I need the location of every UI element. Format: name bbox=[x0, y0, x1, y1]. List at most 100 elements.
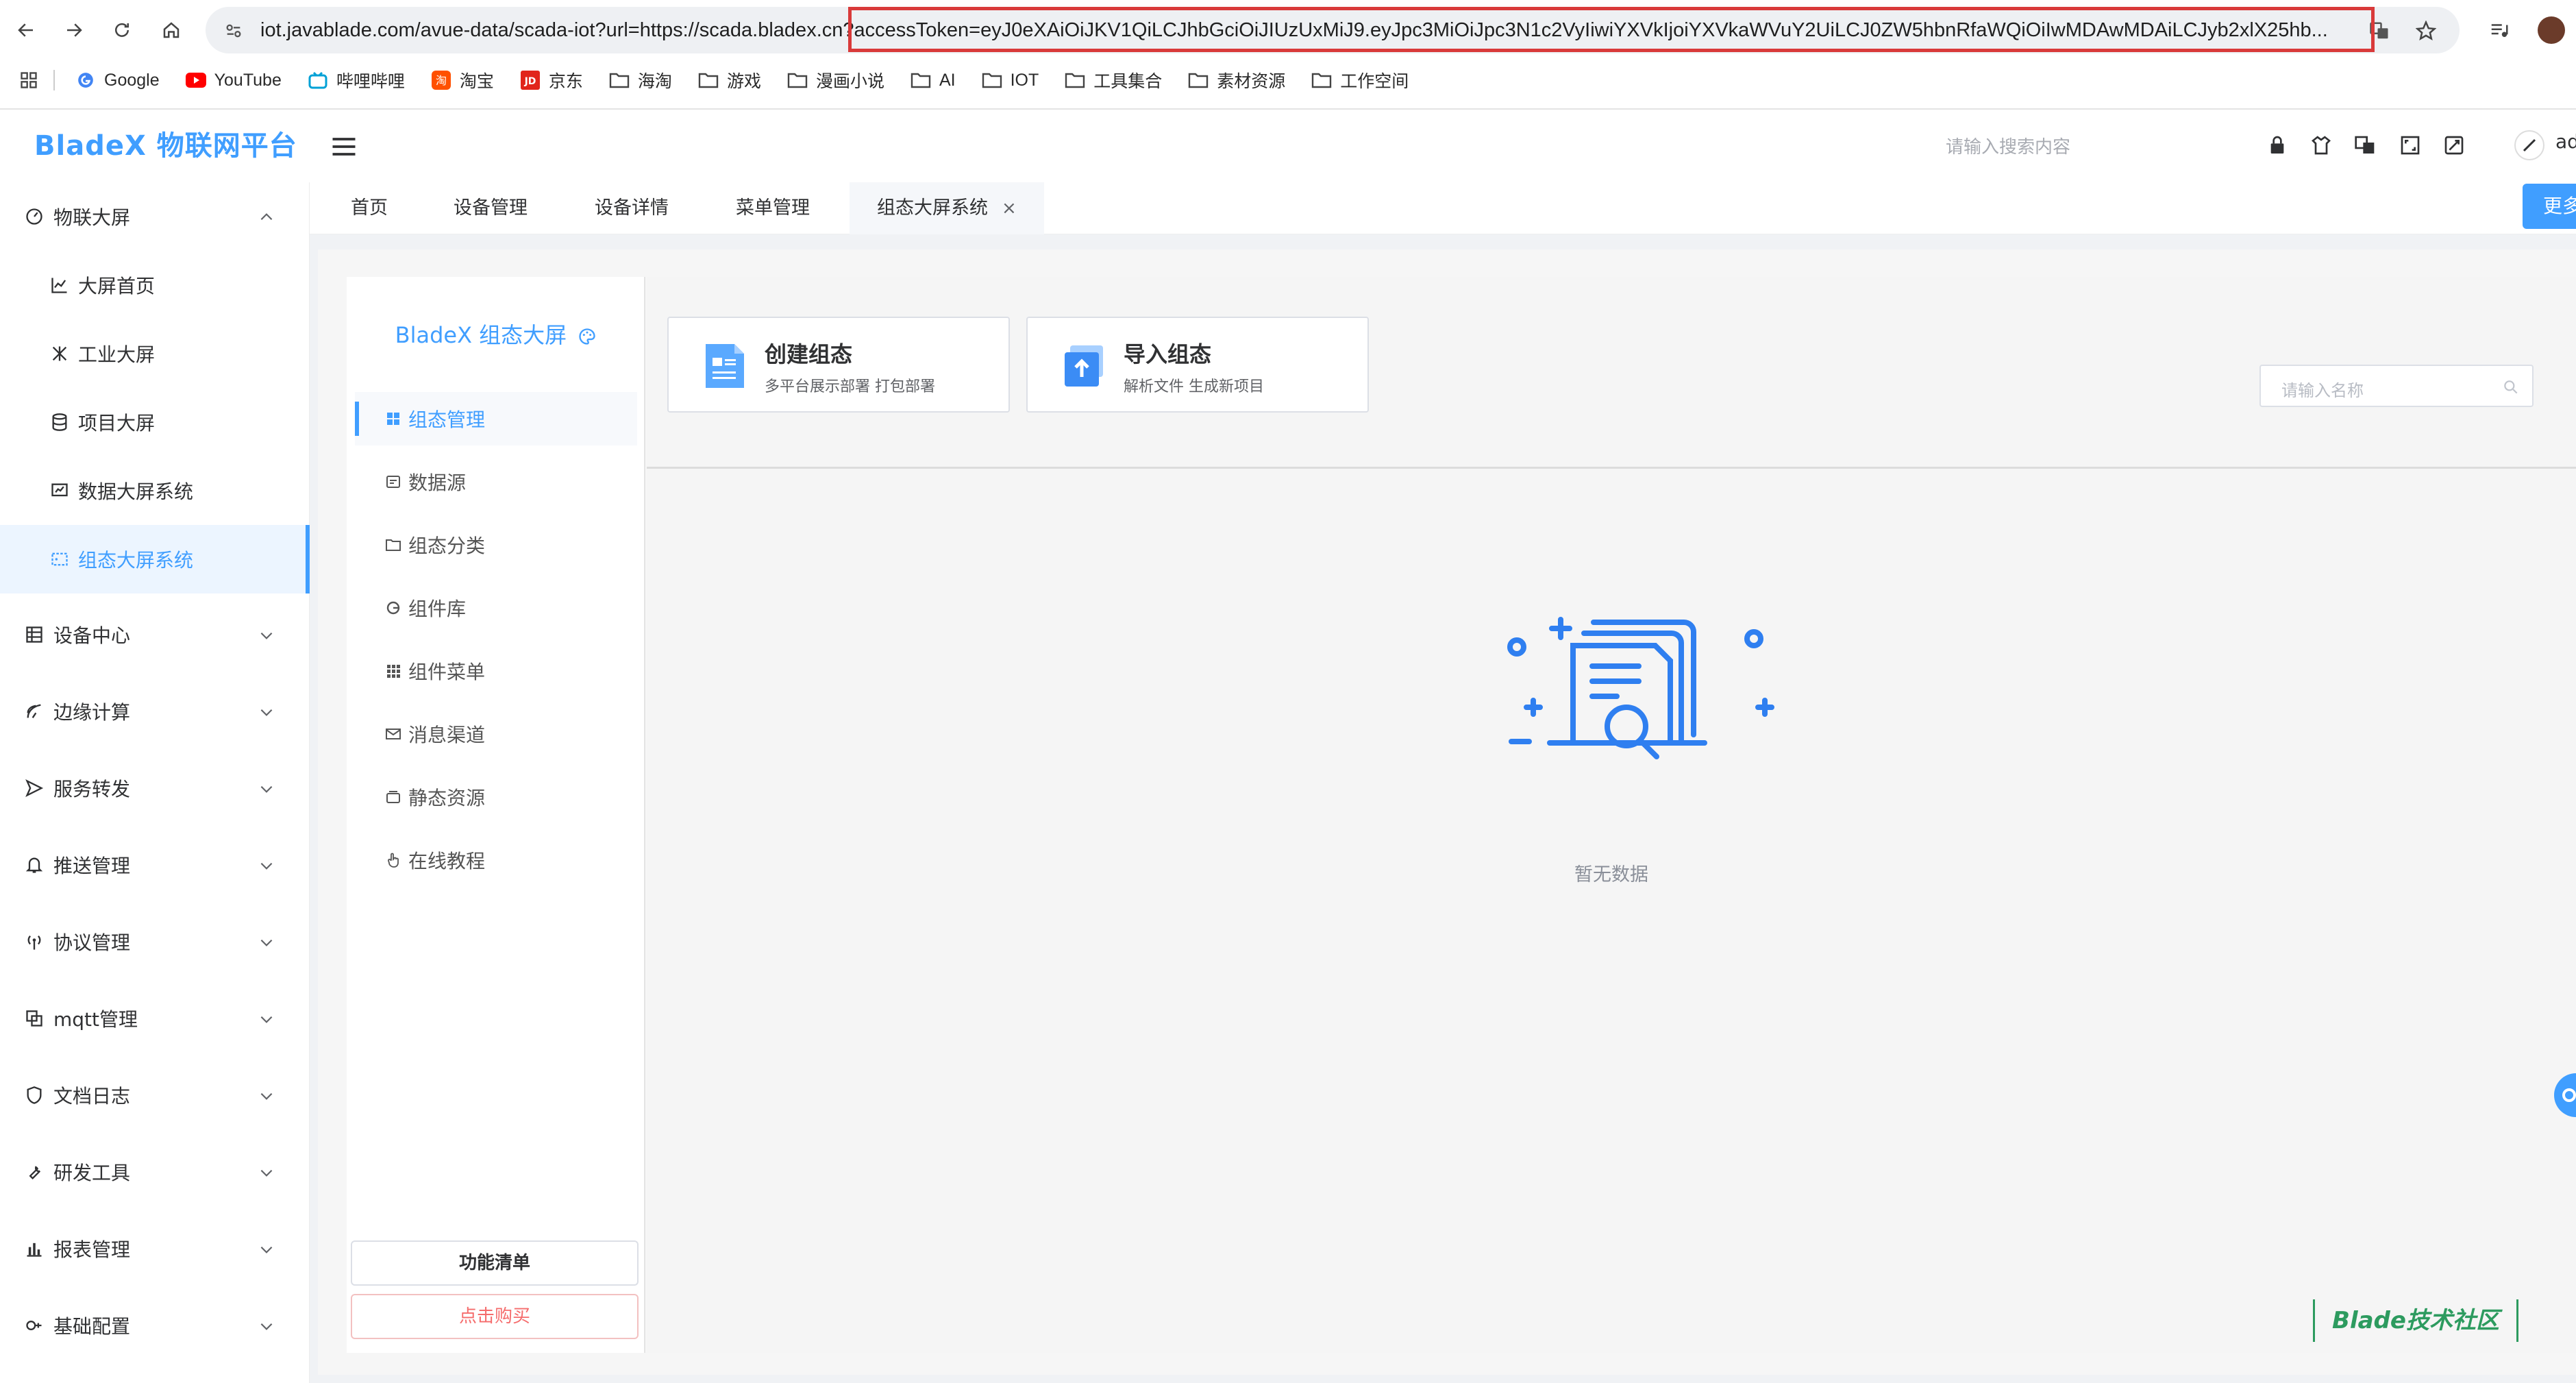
create-config-card[interactable]: 创建组态 多平台展示部署 打包部署 bbox=[667, 317, 1010, 413]
bookmark-folder[interactable]: 素材资源 bbox=[1188, 68, 1285, 93]
scada-nav-config-management[interactable]: 组态管理 bbox=[355, 392, 637, 445]
settings-tool-icon[interactable] bbox=[2439, 130, 2469, 160]
close-icon[interactable]: × bbox=[1002, 198, 1017, 219]
fullscreen-icon[interactable] bbox=[2395, 130, 2425, 160]
scada-nav-static-resources[interactable]: 静态资源 bbox=[355, 770, 637, 824]
tab-scada-screen[interactable]: 组态大屏系统 × bbox=[850, 182, 1044, 234]
sidebar-item-label: 组态大屏系统 bbox=[78, 549, 194, 572]
sidebar-group-doc-log[interactable]: 文档日志 bbox=[0, 1061, 310, 1129]
bookmark-folder[interactable]: IOT bbox=[982, 70, 1039, 90]
sidebar-item-industry-screen[interactable]: 工业大屏 bbox=[0, 319, 310, 388]
sidebar-group-device-center[interactable]: 设备中心 bbox=[0, 600, 310, 669]
buy-button[interactable]: 点击购买 bbox=[351, 1294, 639, 1339]
sidebar-group-label: 研发工具 bbox=[53, 1162, 131, 1184]
import-config-card[interactable]: 导入组态 解析文件 生成新项目 bbox=[1026, 317, 1369, 413]
scada-nav-component-library[interactable]: 组件库 bbox=[355, 581, 637, 635]
scada-nav-label: 组态分类 bbox=[408, 535, 486, 557]
scada-nav-datasource[interactable]: 数据源 bbox=[355, 455, 637, 509]
media-control-icon[interactable] bbox=[2483, 14, 2516, 47]
user-name[interactable]: ad bbox=[2555, 130, 2576, 153]
url-text[interactable]: iot.javablade.com/avue-data/scada-iot?ur… bbox=[260, 7, 2343, 53]
database-icon bbox=[48, 411, 71, 434]
lock-icon[interactable] bbox=[2262, 130, 2292, 160]
antenna-icon bbox=[22, 929, 47, 954]
sidebar-group-base-config[interactable]: 基础配置 bbox=[0, 1291, 310, 1360]
reload-icon[interactable] bbox=[106, 14, 138, 47]
address-bar[interactable]: iot.javablade.com/avue-data/scada-iot?ur… bbox=[206, 7, 2460, 53]
chevron-down-icon bbox=[260, 1246, 273, 1253]
sidebar-item-screen-home[interactable]: 大屏首页 bbox=[0, 251, 310, 319]
bookmark-youtube[interactable]: YouTube bbox=[185, 70, 282, 90]
folder-icon bbox=[1188, 70, 1209, 90]
more-tabs-button[interactable]: 更多 bbox=[2523, 184, 2576, 229]
bookmark-folder[interactable]: 工作空间 bbox=[1311, 68, 1409, 93]
scada-nav-online-tutorial[interactable]: 在线教程 bbox=[355, 833, 637, 887]
bookmark-jd[interactable]: JD 京东 bbox=[520, 68, 583, 93]
hamburger-menu-icon[interactable] bbox=[329, 132, 359, 162]
sidebar-item-label: 工业大屏 bbox=[78, 343, 156, 366]
sidebar-group-label: 协议管理 bbox=[53, 931, 131, 954]
bookmark-folder[interactable]: 游戏 bbox=[698, 68, 761, 93]
tab-label: 首页 bbox=[351, 197, 388, 219]
tab-home[interactable]: 首页 bbox=[323, 182, 415, 234]
menu-grid-icon bbox=[384, 661, 403, 681]
sidebar-group-edge-computing[interactable]: 边缘计算 bbox=[0, 677, 310, 746]
sidebar-item-scada-screen[interactable]: 组态大屏系统 bbox=[0, 525, 310, 593]
bar-chart-icon bbox=[22, 1236, 47, 1261]
bookmark-label: 哔哩哔哩 bbox=[336, 72, 405, 91]
forward-icon[interactable] bbox=[58, 14, 90, 47]
sidebar-item-data-screen[interactable]: 数据大屏系统 bbox=[0, 456, 310, 525]
bookmark-folder[interactable]: AI bbox=[911, 70, 956, 90]
scada-logo[interactable]: BladeX 组态大屏 bbox=[347, 318, 645, 350]
sidebar-group-iot-screen[interactable]: 物联大屏 bbox=[0, 182, 310, 251]
user-avatar[interactable] bbox=[2514, 130, 2544, 160]
back-icon[interactable] bbox=[10, 14, 42, 47]
tab-device-detail[interactable]: 设备详情 bbox=[567, 182, 696, 234]
sidebar-group-dev-tools[interactable]: 研发工具 bbox=[0, 1138, 310, 1206]
name-search-input[interactable]: 请输入名称 bbox=[2259, 365, 2534, 407]
sidebar-item-project-screen[interactable]: 项目大屏 bbox=[0, 388, 310, 456]
bookmark-folder[interactable]: 工具集合 bbox=[1065, 68, 1162, 93]
bookmark-star-icon[interactable] bbox=[2414, 19, 2438, 42]
browser-chrome: iot.javablade.com/avue-data/scada-iot?ur… bbox=[0, 0, 2576, 110]
chevron-down-icon bbox=[260, 1323, 273, 1330]
sidebar-group-label: 设备中心 bbox=[53, 624, 131, 647]
folder-icon bbox=[698, 70, 719, 90]
theme-shirt-icon[interactable] bbox=[2306, 130, 2336, 160]
gear-icon bbox=[2562, 1088, 2576, 1102]
bookmark-label: 漫画小说 bbox=[815, 72, 884, 91]
tab-device-management[interactable]: 设备管理 bbox=[426, 182, 555, 234]
grid-icon bbox=[384, 409, 403, 428]
feature-list-button[interactable]: 功能清单 bbox=[351, 1240, 639, 1286]
scada-screen-icon bbox=[48, 548, 71, 571]
sidebar-group-protocol[interactable]: 协议管理 bbox=[0, 907, 310, 976]
sidebar-group-mqtt[interactable]: mqtt管理 bbox=[0, 984, 310, 1053]
site-info-icon[interactable] bbox=[222, 19, 245, 42]
scada-nav-message-channel[interactable]: 消息渠道 bbox=[355, 707, 637, 761]
profile-avatar[interactable] bbox=[2535, 14, 2568, 47]
scada-logo-text: BladeX 组态大屏 bbox=[395, 322, 567, 348]
bookmark-google[interactable]: Google bbox=[75, 70, 160, 90]
apps-grid-icon[interactable] bbox=[19, 71, 38, 90]
sidebar-group-report[interactable]: 报表管理 bbox=[0, 1214, 310, 1283]
sidebar-group-label: 服务转发 bbox=[53, 778, 131, 800]
translate-icon[interactable] bbox=[2368, 19, 2391, 42]
bookmark-label: 海淘 bbox=[637, 72, 672, 91]
chevron-down-icon bbox=[260, 785, 273, 793]
header-search-input[interactable]: 请输入搜索内容 bbox=[1946, 133, 2070, 158]
floating-settings-button[interactable] bbox=[2554, 1073, 2576, 1117]
home-icon[interactable] bbox=[155, 14, 188, 47]
sidebar-item-label: 数据大屏系统 bbox=[78, 480, 194, 503]
bookmark-bilibili[interactable]: 哔哩哔哩 bbox=[308, 68, 405, 93]
scada-nav-category[interactable]: 组态分类 bbox=[355, 518, 637, 572]
sidebar-group-push-management[interactable]: 推送管理 bbox=[0, 831, 310, 899]
sidebar-group-service-forward[interactable]: 服务转发 bbox=[0, 754, 310, 822]
bookmark-folder[interactable]: 海淘 bbox=[609, 68, 672, 93]
tab-menu-management[interactable]: 菜单管理 bbox=[708, 182, 837, 234]
bookmark-folder[interactable]: 漫画小说 bbox=[787, 68, 884, 93]
language-icon[interactable] bbox=[2350, 130, 2380, 160]
scada-nav-component-menu[interactable]: 组件菜单 bbox=[355, 644, 637, 698]
bookmark-taobao[interactable]: 淘 淘宝 bbox=[431, 68, 494, 93]
app-logo[interactable]: BladeX 物联网平台 bbox=[34, 110, 297, 182]
folder-icon bbox=[982, 70, 1002, 90]
